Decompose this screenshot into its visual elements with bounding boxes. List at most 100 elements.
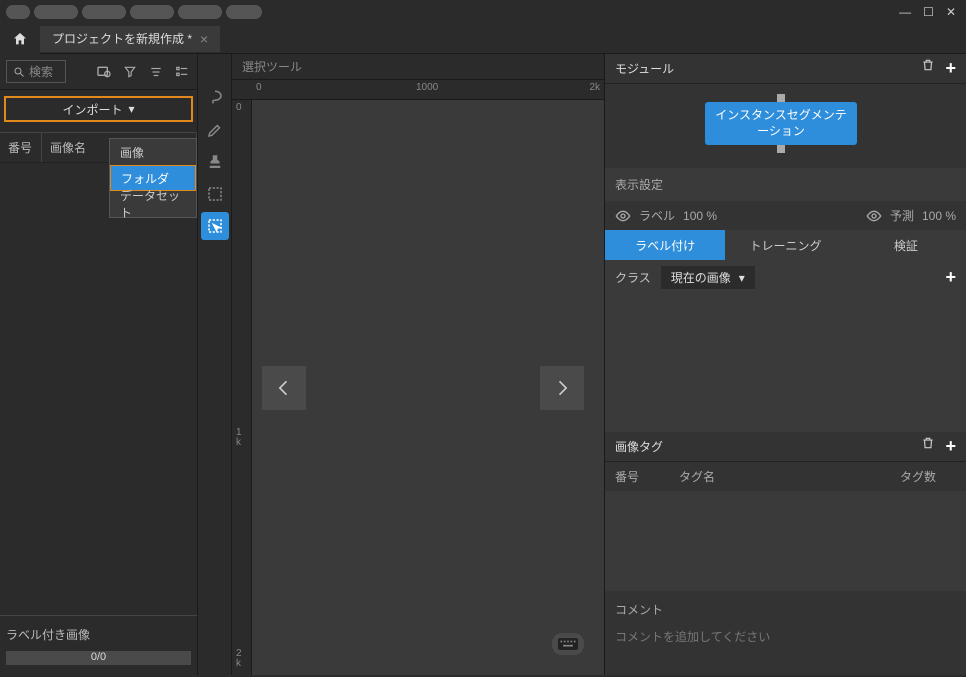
progress-bar: 0/0	[6, 651, 191, 665]
bottom-pad	[605, 655, 966, 675]
search-input[interactable]: 検索	[6, 60, 66, 83]
comment-title: コメント	[615, 601, 956, 618]
menu-pill[interactable]	[6, 5, 30, 19]
class-label: クラス	[615, 269, 651, 286]
tab-title: プロジェクトを新規作成 *	[52, 30, 192, 47]
tab-validation[interactable]: 検証	[846, 230, 966, 260]
imgtag-col-num: 番号	[615, 468, 639, 485]
col-number[interactable]: 番号	[0, 133, 42, 162]
left-footer: ラベル付き画像 0/0	[0, 615, 197, 675]
left-toolbar-icons	[95, 63, 191, 81]
imgtag-title: 画像タグ	[615, 438, 663, 455]
ruler-tick: 0	[256, 82, 262, 93]
canvas-body: 0 1k 2k	[232, 100, 604, 675]
canvas-tool-label: 選択ツール	[232, 54, 604, 80]
ruler-horizontal: 0 1000 2k	[232, 80, 604, 100]
tool-stamp[interactable]	[201, 148, 229, 176]
list-view-icon[interactable]	[173, 63, 191, 81]
comment-section: コメント コメントを追加してください	[605, 591, 966, 655]
disp-predict-pct: 100 %	[922, 209, 956, 223]
class-list-empty	[605, 295, 966, 432]
import-menu-image[interactable]: 画像	[110, 139, 196, 165]
canvas[interactable]	[252, 100, 604, 675]
disp-label-text: ラベル	[639, 207, 675, 224]
comment-input[interactable]: コメントを追加してください	[615, 628, 956, 645]
home-icon	[12, 31, 28, 47]
window-controls: — ☐ ✕	[899, 5, 966, 19]
canvas-area: 選択ツール 0 1000 2k 0 1k 2k	[232, 54, 604, 675]
class-select[interactable]: 現在の画像 ▾	[661, 266, 755, 289]
minimize-icon[interactable]: —	[899, 5, 911, 19]
module-add-icon[interactable]: +	[945, 58, 956, 79]
eye-icon[interactable]	[615, 208, 631, 224]
search-row: 検索	[0, 54, 197, 90]
import-menu-dataset[interactable]: データセット	[110, 191, 196, 217]
progress-text: 0/0	[6, 651, 191, 663]
sort-icon[interactable]	[147, 63, 165, 81]
ruler-tick: 2k	[589, 82, 600, 93]
maximize-icon[interactable]: ☐	[923, 5, 934, 19]
imgtag-header: 画像タグ +	[605, 432, 966, 462]
ruler-tick: 1k	[236, 428, 242, 448]
display-settings-title: 表示設定	[605, 168, 966, 201]
tool-template[interactable]	[201, 180, 229, 208]
display-settings: 表示設定 ラベル 100 % 予測 100 %	[605, 168, 966, 230]
tool-column	[198, 54, 232, 675]
class-row: クラス 現在の画像 ▾ +	[605, 260, 966, 295]
ruler-tick: 1000	[416, 82, 438, 93]
disp-predict-text: 予測	[890, 207, 914, 224]
eye-icon[interactable]	[866, 208, 882, 224]
module-title: モジュール	[615, 60, 674, 77]
tool-brush[interactable]	[201, 116, 229, 144]
ruler-vertical: 0 1k 2k	[232, 100, 252, 675]
titlebar: — ☐ ✕	[0, 0, 966, 24]
menu-pill[interactable]	[130, 5, 174, 19]
labeled-images-label: ラベル付き画像	[6, 626, 191, 643]
module-delete-icon[interactable]	[921, 58, 935, 79]
image-list-empty	[0, 163, 197, 615]
module-node[interactable]: インスタンスセグメンテーション	[705, 102, 857, 145]
search-icon	[13, 66, 25, 78]
imgtag-delete-icon[interactable]	[921, 436, 935, 457]
keyboard-shortcuts-button[interactable]	[552, 633, 584, 655]
module-canvas[interactable]: インスタンスセグメンテーション	[605, 84, 966, 168]
imgtag-add-icon[interactable]: +	[945, 436, 956, 457]
search-placeholder: 検索	[29, 63, 53, 80]
home-button[interactable]	[0, 24, 40, 54]
display-settings-row: ラベル 100 % 予測 100 %	[605, 201, 966, 230]
ruler-tick: 2k	[236, 649, 242, 669]
imgtag-list-empty	[605, 491, 966, 591]
disp-label-pct: 100 %	[683, 209, 717, 223]
project-tab[interactable]: プロジェクトを新規作成 * ×	[40, 26, 220, 52]
tabbar: プロジェクトを新規作成 * ×	[0, 24, 966, 54]
next-image-button[interactable]	[540, 366, 584, 410]
class-add-icon[interactable]: +	[945, 267, 956, 288]
tool-lasso[interactable]	[201, 84, 229, 112]
menu-pill[interactable]	[178, 5, 222, 19]
image-settings-icon[interactable]	[95, 63, 113, 81]
tool-select[interactable]	[201, 212, 229, 240]
filter-icon[interactable]	[121, 63, 139, 81]
class-select-value: 現在の画像	[671, 269, 731, 286]
prev-image-button[interactable]	[262, 366, 306, 410]
close-icon[interactable]: ✕	[946, 5, 956, 19]
title-pills	[0, 5, 262, 19]
menu-pill[interactable]	[226, 5, 262, 19]
ruler-tick: 0	[236, 102, 242, 113]
module-header: モジュール +	[605, 54, 966, 84]
dropdown-icon: ▾	[128, 102, 134, 116]
tab-labeling[interactable]: ラベル付け	[605, 230, 725, 260]
imgtag-col-name: タグ名	[679, 468, 715, 485]
dropdown-icon: ▾	[739, 271, 745, 285]
menu-pill[interactable]	[34, 5, 78, 19]
tab-training[interactable]: トレーニング	[725, 230, 845, 260]
tab-close-icon[interactable]: ×	[200, 31, 208, 47]
menu-pill[interactable]	[82, 5, 126, 19]
main-layout: 検索 インポート ▾ 番号 画像名 ラベル付き画像 0/0 画像	[0, 54, 966, 675]
import-button[interactable]: インポート ▾	[4, 96, 193, 122]
mode-tabs: ラベル付け トレーニング 検証	[605, 230, 966, 260]
imgtag-col-count: タグ数	[900, 468, 936, 485]
right-panel: モジュール + インスタンスセグメンテーション 表示設定 ラベル 100 % 予…	[604, 54, 966, 675]
imgtag-columns: 番号 タグ名 タグ数	[605, 462, 966, 491]
keyboard-icon	[558, 638, 578, 650]
